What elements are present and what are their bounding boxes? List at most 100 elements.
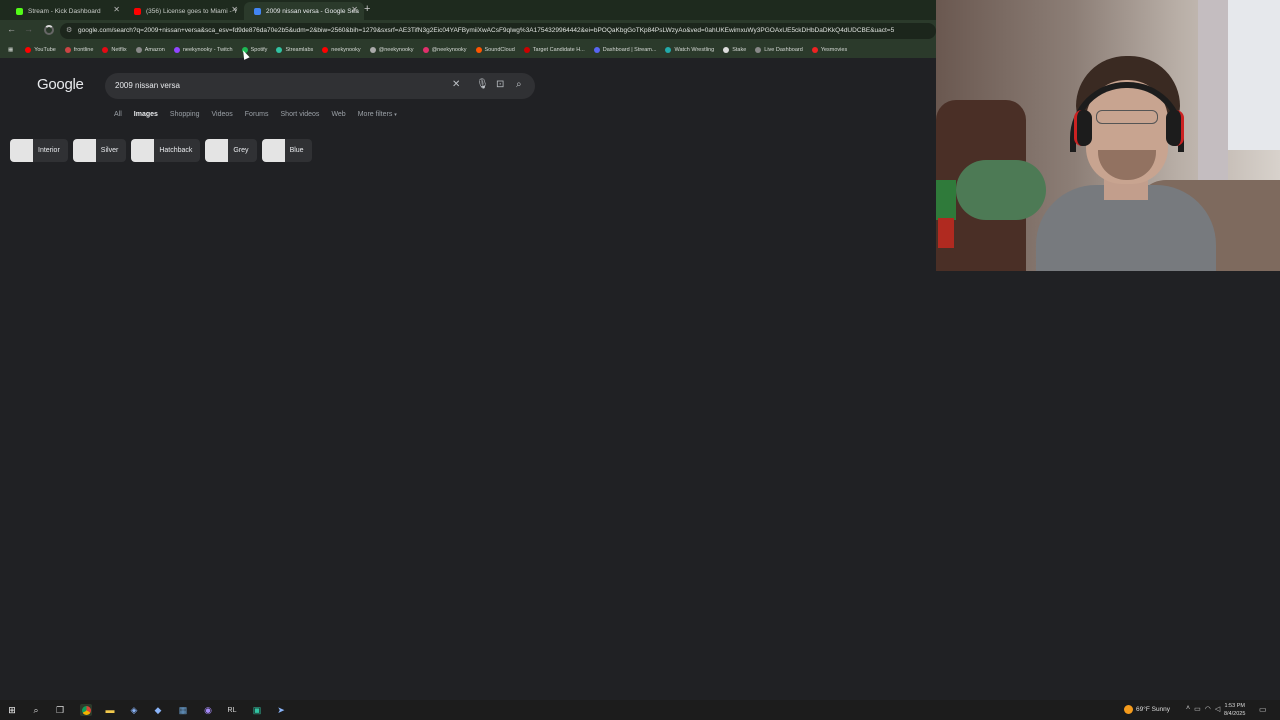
webcam-curtain bbox=[1198, 0, 1228, 200]
url-text: google.com/search?q=2009+nissan+versa&sc… bbox=[78, 27, 895, 34]
bookmark-item[interactable]: Watch Wrestling bbox=[665, 47, 714, 53]
search-icon[interactable]: ⌕ bbox=[516, 79, 522, 90]
volume-icon[interactable]: ◁ bbox=[1215, 705, 1220, 713]
tab-all[interactable]: All bbox=[114, 111, 122, 123]
chip-blue[interactable]: Blue bbox=[261, 139, 312, 162]
bookmark-item[interactable]: Stake bbox=[723, 47, 746, 53]
start-icon[interactable]: ⊞ bbox=[6, 704, 18, 716]
dashboard-icon bbox=[755, 47, 762, 53]
close-icon[interactable]: ✕ bbox=[231, 5, 238, 14]
chevron-up-icon[interactable]: ˄ bbox=[1186, 705, 1190, 713]
obs-icon[interactable]: ◉ bbox=[202, 704, 214, 716]
bookmark-item[interactable]: SoundCloud bbox=[475, 47, 515, 53]
chip-label: Blue bbox=[289, 147, 304, 154]
bookmark-item[interactable]: @neekynooky bbox=[369, 47, 414, 53]
chrome-icon[interactable] bbox=[80, 704, 92, 716]
search-input[interactable]: 2009 nissan versa bbox=[115, 81, 180, 90]
app-icon[interactable]: RL bbox=[226, 704, 238, 716]
tab-shopping[interactable]: Shopping bbox=[170, 111, 200, 123]
forward-icon[interactable]: → bbox=[24, 24, 33, 34]
bookmark-item[interactable]: Netflix bbox=[102, 47, 127, 53]
apps-icon[interactable]: ▦ bbox=[8, 47, 13, 53]
target-icon bbox=[523, 47, 530, 53]
search-icon[interactable]: ⌕ bbox=[30, 704, 42, 716]
tab-google-search[interactable]: 2009 nissan versa - Google Sea ✕ bbox=[244, 2, 364, 20]
soundcloud-icon bbox=[475, 47, 482, 53]
bookmark-label: Yesmovies bbox=[820, 47, 848, 53]
search-box[interactable]: 2009 nissan versa ✕ 🎙 ⊡ ⌕ bbox=[105, 73, 535, 99]
tab-images[interactable]: Images bbox=[134, 111, 158, 123]
chip-interior[interactable]: Interior bbox=[10, 139, 68, 162]
bookmarks-bar: ▦ YouTube frontline Netflix Amazon neeky… bbox=[0, 42, 936, 58]
browser-window: Stream - Kick Dashboard ✕ (356) License … bbox=[0, 0, 936, 700]
lens-icon[interactable]: ⊡ bbox=[496, 79, 504, 90]
wrestling-icon bbox=[665, 47, 672, 53]
close-icon[interactable]: ✕ bbox=[113, 5, 120, 14]
bookmark-label: Watch Wrestling bbox=[674, 47, 715, 53]
bookmark-item[interactable]: Streamlabs bbox=[276, 47, 313, 53]
network-icon[interactable]: ▭ bbox=[1194, 705, 1201, 713]
task-view-icon[interactable]: ❐ bbox=[54, 704, 66, 716]
sun-icon bbox=[1124, 705, 1133, 714]
webcam-mug bbox=[936, 180, 956, 220]
tab-videos[interactable]: Videos bbox=[212, 111, 233, 123]
chip-label: Silver bbox=[100, 147, 119, 154]
frontline-icon bbox=[64, 47, 71, 53]
x-icon bbox=[369, 47, 376, 53]
address-bar[interactable]: ⚙ google.com/search?q=2009+nissan+versa&… bbox=[60, 23, 936, 39]
tab-more-filters[interactable]: More filters ▾ bbox=[358, 111, 397, 123]
streamlabs-icon[interactable]: ▣ bbox=[251, 704, 263, 716]
tab-short-videos[interactable]: Short videos bbox=[281, 111, 320, 123]
bookmark-item[interactable]: Live Dashboard bbox=[755, 47, 803, 53]
loading-spinner-icon[interactable] bbox=[44, 25, 54, 35]
tab-web[interactable]: Web bbox=[331, 111, 345, 123]
bookmark-label: YouTube bbox=[34, 47, 56, 53]
chevron-down-icon: ▾ bbox=[394, 112, 397, 118]
weather-widget[interactable]: 69°F Sunny bbox=[1124, 705, 1170, 714]
calculator-icon[interactable]: ▦ bbox=[177, 704, 189, 716]
chip-grey[interactable]: Grey bbox=[205, 139, 257, 162]
bookmark-label: Dashboard | Stream... bbox=[602, 47, 657, 53]
bookmark-item[interactable]: neekynooky bbox=[322, 47, 361, 53]
bookmark-label: neekynooky - Twitch bbox=[182, 47, 233, 53]
bookmark-label: neekynooky bbox=[331, 47, 361, 53]
app-icon[interactable]: ◆ bbox=[152, 704, 164, 716]
google-logo[interactable]: Google bbox=[37, 76, 84, 93]
close-icon[interactable]: ✕ bbox=[351, 5, 358, 14]
kick-icon bbox=[16, 7, 23, 15]
clear-icon[interactable]: ✕ bbox=[452, 79, 460, 90]
notification-icon[interactable]: ▭ bbox=[1259, 705, 1267, 714]
new-tab-button[interactable]: + bbox=[364, 3, 370, 15]
tab-youtube[interactable]: (356) License goes to Miami - Y ✕ bbox=[124, 2, 244, 20]
bookmark-item[interactable]: frontline bbox=[64, 47, 93, 53]
bookmark-item[interactable]: YouTube bbox=[25, 47, 56, 53]
bookmark-item[interactable]: neekynooky - Twitch bbox=[173, 47, 233, 53]
microphone-icon[interactable]: 🎙 bbox=[476, 79, 489, 90]
browser-toolbar: ← → ⚙ google.com/search?q=2009+nissan+ve… bbox=[0, 20, 936, 42]
clock-date: 8/4/2025 bbox=[1224, 711, 1246, 717]
bookmark-item[interactable]: @neekynooky bbox=[422, 47, 467, 53]
bookmark-label: Target Candidate H... bbox=[532, 47, 585, 53]
site-info-icon[interactable]: ⚙ bbox=[66, 26, 72, 34]
youtube-icon bbox=[25, 47, 32, 53]
tab-forums[interactable]: Forums bbox=[245, 111, 269, 123]
chip-thumbnail bbox=[131, 139, 155, 162]
chip-silver[interactable]: Silver bbox=[72, 139, 127, 162]
file-explorer-icon[interactable]: ▬ bbox=[104, 704, 116, 716]
chip-label: Interior bbox=[38, 147, 60, 154]
webcam-cup bbox=[938, 218, 954, 248]
bookmark-label: @neekynooky bbox=[378, 47, 414, 53]
wifi-icon[interactable]: ◠ bbox=[1205, 705, 1211, 713]
twitch-icon bbox=[173, 47, 180, 53]
bookmark-item[interactable]: Yesmovies bbox=[811, 47, 848, 53]
steam-icon[interactable]: ➤ bbox=[275, 704, 287, 716]
taskbar-clock[interactable]: 1:53 PM 8/4/2025 bbox=[1224, 702, 1245, 718]
bookmark-item[interactable]: Dashboard | Stream... bbox=[593, 47, 657, 53]
webcam-pillow bbox=[956, 160, 1046, 220]
bookmark-item[interactable]: Amazon bbox=[135, 47, 165, 53]
chip-hatchback[interactable]: Hatchback bbox=[131, 139, 201, 162]
back-icon[interactable]: ← bbox=[7, 24, 16, 34]
app-icon[interactable]: ◈ bbox=[128, 704, 140, 716]
tab-kick-dashboard[interactable]: Stream - Kick Dashboard ✕ bbox=[6, 2, 126, 20]
bookmark-item[interactable]: Target Candidate H... bbox=[523, 47, 585, 53]
